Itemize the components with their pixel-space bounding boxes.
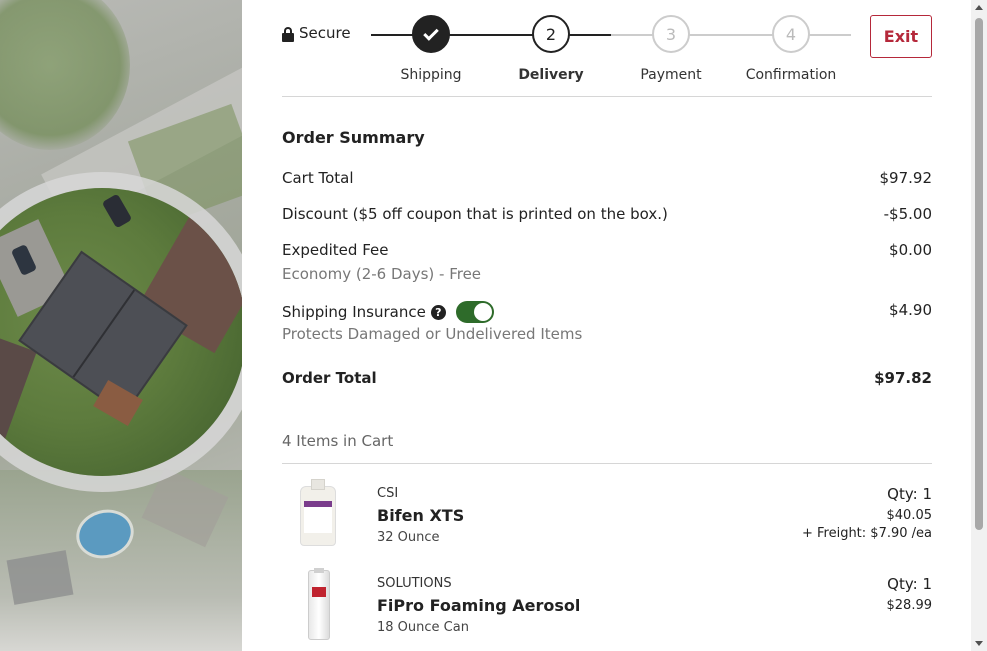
step-delivery: 2 Delivery — [501, 15, 601, 83]
item-brand: CSI — [377, 486, 399, 501]
item-brand: SOLUTIONS — [377, 576, 452, 591]
order-total-value: $97.82 — [874, 369, 932, 387]
item-name[interactable]: Bifen XTS — [377, 506, 464, 525]
secure-indicator: Secure — [282, 24, 351, 42]
expedited-fee-value: $0.00 — [889, 241, 932, 259]
lock-icon — [282, 27, 294, 42]
item-price: $40.05 — [886, 508, 933, 523]
step-number: 2 — [532, 15, 570, 53]
step-shipping[interactable]: Shipping — [381, 15, 481, 83]
item-price: $28.99 — [886, 598, 933, 613]
order-total-label: Order Total — [282, 369, 377, 387]
item-size: 32 Ounce — [377, 530, 440, 545]
discount-value: -$5.00 — [883, 205, 932, 223]
checkout-panel: Secure Shipping 2 Delivery 3 Payment 4 C… — [242, 0, 971, 651]
cart-item[interactable]: SOLUTIONS FiPro Foaming Aerosol 18 Ounce… — [282, 568, 933, 650]
shipping-insurance-detail: Protects Damaged or Undelivered Items — [282, 325, 583, 343]
vertical-scrollbar[interactable] — [971, 0, 987, 651]
cart-total-value: $97.92 — [879, 169, 933, 187]
scroll-down-arrow-icon[interactable] — [975, 641, 983, 646]
checkout-stepper: Shipping 2 Delivery 3 Payment 4 Confirma… — [371, 15, 851, 85]
step-label: Delivery — [518, 67, 584, 83]
item-size: 18 Ounce Can — [377, 620, 469, 635]
item-quantity: Qty: 1 — [887, 485, 932, 503]
shipping-insurance-toggle[interactable] — [455, 301, 494, 323]
product-image-bottle — [296, 479, 342, 550]
expedited-fee-label: Expedited Fee — [282, 241, 389, 259]
step-number: 4 — [772, 15, 810, 53]
help-icon[interactable]: ? — [430, 305, 446, 320]
shipping-insurance-label: Shipping Insurance — [282, 303, 426, 321]
exit-button[interactable]: Exit — [870, 15, 932, 58]
cart-divider — [282, 463, 932, 464]
scrollbar-thumb[interactable] — [975, 18, 983, 530]
product-image-aerosol-can — [296, 568, 342, 640]
cart-item[interactable]: CSI Bifen XTS 32 Ounce Qty: 1 $40.05 + F… — [282, 479, 933, 560]
secure-label: Secure — [299, 24, 351, 42]
aerial-neighborhood-image — [0, 0, 242, 651]
scroll-up-arrow-icon[interactable] — [975, 5, 983, 10]
cart-total-label: Cart Total — [282, 169, 354, 187]
step-label: Payment — [640, 67, 702, 83]
step-label: Shipping — [400, 67, 462, 83]
cart-item-count: 4 Items in Cart — [282, 432, 394, 450]
step-check-icon — [412, 15, 450, 53]
step-payment: 3 Payment — [621, 15, 721, 83]
expedited-fee-detail: Economy (2-6 Days) - Free — [282, 265, 482, 283]
header-divider — [282, 96, 932, 97]
step-label: Confirmation — [745, 67, 837, 83]
item-name[interactable]: FiPro Foaming Aerosol — [377, 596, 580, 615]
step-confirmation: 4 Confirmation — [741, 15, 841, 83]
step-number: 3 — [652, 15, 690, 53]
order-summary-title: Order Summary — [282, 128, 425, 147]
item-quantity: Qty: 1 — [887, 575, 932, 593]
item-freight: + Freight: $7.90 /ea — [801, 526, 932, 541]
discount-label: Discount ($5 off coupon that is printed … — [282, 205, 668, 223]
shipping-insurance-value: $4.90 — [889, 301, 932, 319]
